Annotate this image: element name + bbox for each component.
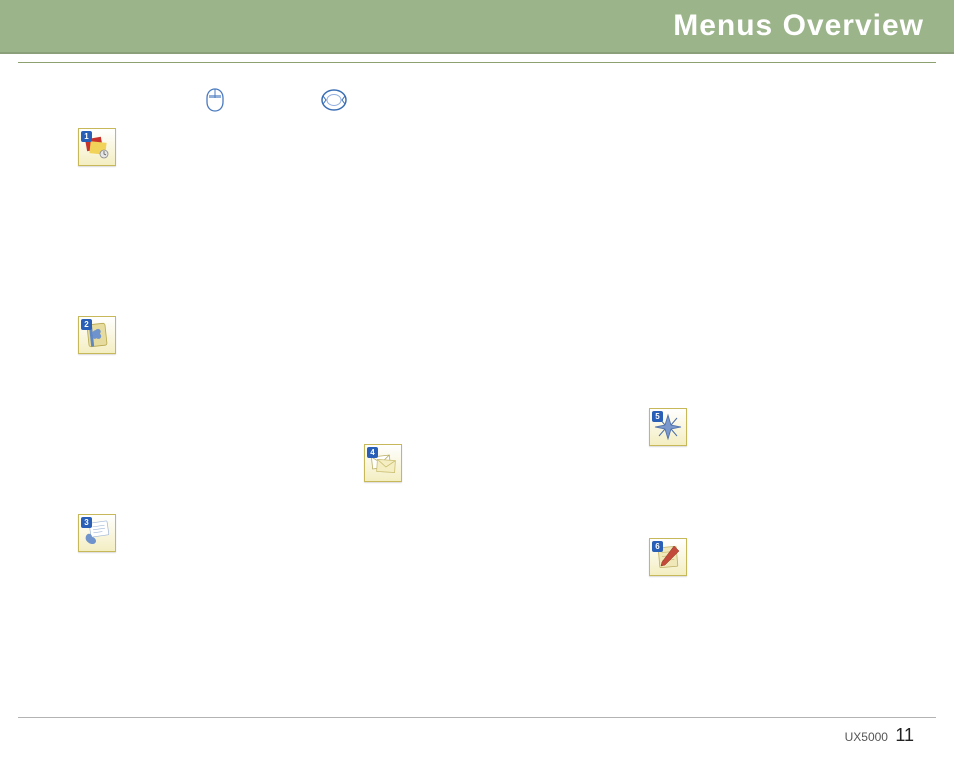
badge-6: 6 [652,541,663,552]
badge-3: 3 [81,517,92,528]
model-label: UX5000 [845,730,888,744]
footer: UX5000 11 [845,725,914,746]
badge-5: 5 [652,411,663,422]
nav-ring-icon [320,86,348,119]
axcess-icon: 5 [649,408,687,446]
badge-2: 2 [81,319,92,330]
top-rule [18,62,936,63]
badge-1: 1 [81,131,92,142]
mail-icon: 4 [364,444,402,482]
recent-calls-icon: 3 [78,514,116,552]
contacts-icon: 2 [78,316,116,354]
page-number: 11 [895,725,914,745]
page-title: Menus Overview [673,9,924,43]
footer-rule [18,717,936,718]
badge-4: 4 [367,447,378,458]
mouse-icon [206,88,224,117]
messaging-icon: 1 [78,128,116,166]
content-area: 1 2 3 4 [0,66,954,704]
my-media-icon: 6 [649,538,687,576]
header-bar: Menus Overview [0,0,954,54]
